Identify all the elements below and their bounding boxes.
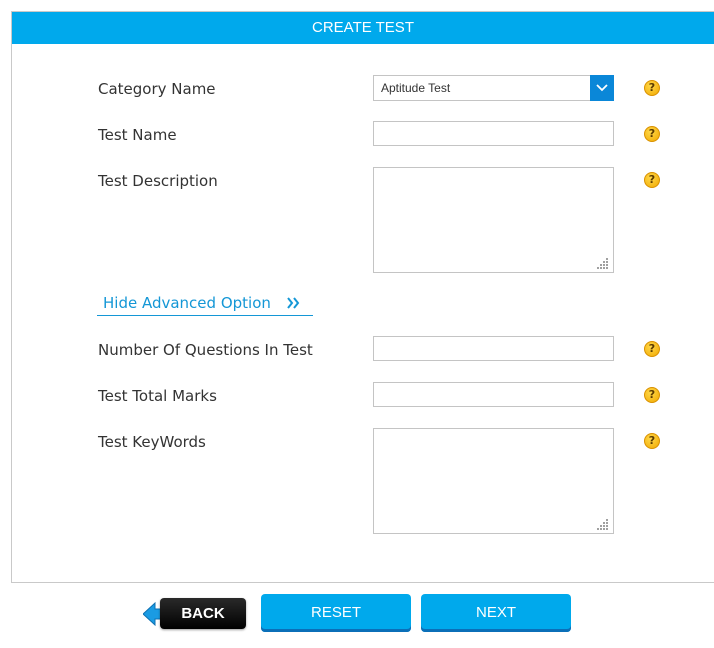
- keywords-help-icon[interactable]: ?: [644, 433, 660, 449]
- create-test-panel: CREATE TEST Category Name Aptitude Test …: [11, 11, 714, 583]
- panel-title: CREATE TEST: [12, 12, 714, 44]
- num-questions-help-icon[interactable]: ?: [644, 341, 660, 357]
- keywords-label: Test KeyWords: [98, 433, 206, 451]
- total-marks-help-icon[interactable]: ?: [644, 387, 660, 403]
- num-questions-input[interactable]: [373, 336, 614, 361]
- category-name-label: Category Name: [98, 80, 216, 98]
- category-select-value: Aptitude Test: [381, 81, 451, 95]
- double-chevron-right-icon: [286, 293, 300, 318]
- back-button[interactable]: BACK: [160, 598, 246, 629]
- total-marks-input[interactable]: [373, 382, 614, 407]
- test-name-label: Test Name: [98, 126, 177, 144]
- test-description-textarea[interactable]: [373, 167, 614, 273]
- category-help-icon[interactable]: ?: [644, 80, 660, 96]
- chevron-down-icon[interactable]: [590, 75, 614, 101]
- total-marks-label: Test Total Marks: [98, 387, 217, 405]
- test-name-input[interactable]: [373, 121, 614, 146]
- test-name-help-icon[interactable]: ?: [644, 126, 660, 142]
- hide-advanced-option-link[interactable]: Hide Advanced Option: [97, 293, 313, 316]
- keywords-textarea[interactable]: [373, 428, 614, 534]
- resize-grip-icon[interactable]: [597, 257, 609, 269]
- test-description-label: Test Description: [98, 172, 218, 190]
- test-description-help-icon[interactable]: ?: [644, 172, 660, 188]
- reset-button[interactable]: RESET: [261, 594, 411, 632]
- hide-advanced-option-label: Hide Advanced Option: [103, 294, 271, 312]
- category-select[interactable]: Aptitude Test: [373, 75, 614, 101]
- resize-grip-icon[interactable]: [597, 518, 609, 530]
- next-button[interactable]: NEXT: [421, 594, 571, 632]
- num-questions-label: Number Of Questions In Test: [98, 341, 313, 359]
